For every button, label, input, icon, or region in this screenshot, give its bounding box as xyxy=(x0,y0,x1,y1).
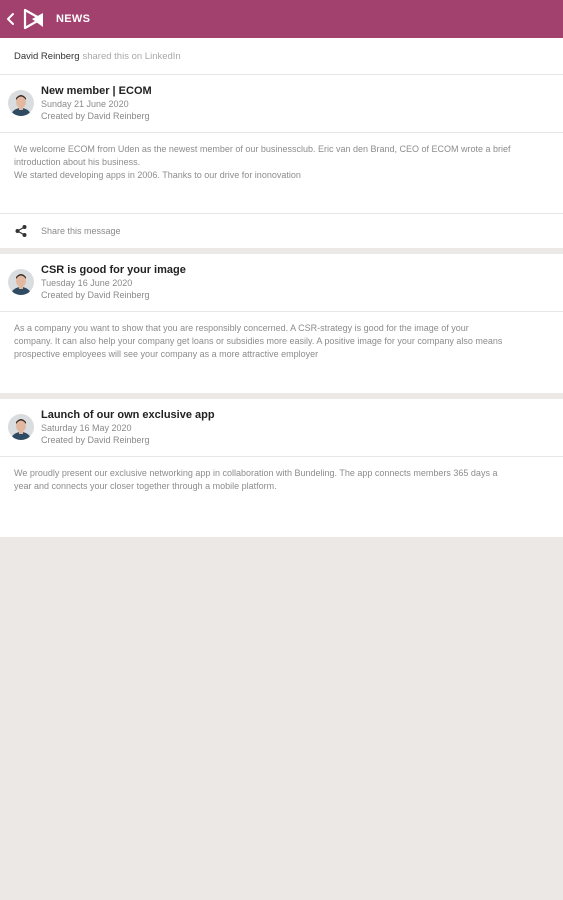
share-button[interactable]: Share this message xyxy=(0,213,563,248)
post-creator: Created by David Reinberg xyxy=(41,290,150,300)
post-body-line: As a company you want to show that you a… xyxy=(14,323,469,333)
post-body-line: year and connects your closer together t… xyxy=(14,481,277,491)
post-header: Launch of our own exclusive app Saturday… xyxy=(0,399,563,457)
post-date: Tuesday 16 June 2020 xyxy=(41,278,133,288)
post-title: New member | ECOM xyxy=(41,85,152,97)
share-icon xyxy=(15,225,27,237)
back-button[interactable] xyxy=(2,0,20,38)
app-logo xyxy=(22,7,46,31)
post-title: CSR is good for your image xyxy=(41,264,186,276)
news-feed: David Reinberg shared this on LinkedIn N… xyxy=(0,38,563,537)
post-date: Sunday 21 June 2020 xyxy=(41,99,129,109)
post-body-line: introduction about his business. xyxy=(14,157,141,167)
avatar xyxy=(8,90,34,116)
news-card[interactable]: Launch of our own exclusive app Saturday… xyxy=(0,399,563,537)
post-body-line: We started developing apps in 2006. Than… xyxy=(14,170,301,180)
news-card[interactable]: CSR is good for your image Tuesday 16 Ju… xyxy=(0,254,563,393)
page-title: NEWS xyxy=(56,13,91,25)
post-date: Saturday 16 May 2020 xyxy=(41,423,132,433)
top-bar: NEWS xyxy=(0,0,563,38)
post-body: We welcome ECOM from Uden as the newest … xyxy=(0,133,563,213)
post-body: We proudly present our exclusive network… xyxy=(0,457,563,537)
post-body-line: company. It can also help your company g… xyxy=(14,336,503,346)
post-body-line: We welcome ECOM from Uden as the newest … xyxy=(14,144,511,154)
post-creator: Created by David Reinberg xyxy=(41,435,150,445)
avatar xyxy=(8,269,34,295)
shared-author: David Reinberg xyxy=(14,50,80,62)
post-header: CSR is good for your image Tuesday 16 Ju… xyxy=(0,254,563,312)
chevron-left-icon xyxy=(7,13,14,25)
share-label: Share this message xyxy=(41,226,121,236)
avatar xyxy=(8,414,34,440)
post-body-line: prospective employees will see your comp… xyxy=(14,349,319,359)
post-title: Launch of our own exclusive app xyxy=(41,409,215,421)
post-creator: Created by David Reinberg xyxy=(41,111,150,121)
post-body-line: We proudly present our exclusive network… xyxy=(14,468,498,478)
shared-info: David Reinberg shared this on LinkedIn xyxy=(0,38,563,75)
shared-text: shared this on LinkedIn xyxy=(82,50,181,62)
post-header: New member | ECOM Sunday 21 June 2020 Cr… xyxy=(0,75,563,133)
post-body: As a company you want to show that you a… xyxy=(0,312,563,393)
news-card[interactable]: David Reinberg shared this on LinkedIn N… xyxy=(0,38,563,248)
